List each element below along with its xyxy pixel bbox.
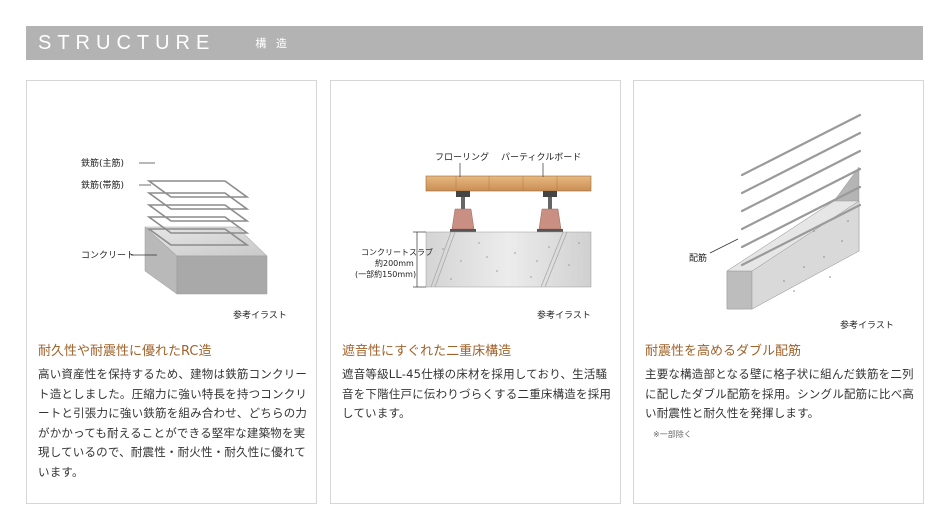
rc-column-illustration: 鉄筋(主筋) 鉄筋(帯筋) コンクリート (81, 127, 268, 295)
illustration-caption: 参考イラスト (840, 321, 894, 331)
label-main-rebar: 鉄筋(主筋) (81, 157, 124, 169)
label-hoop-rebar: 鉄筋(帯筋) (81, 179, 124, 191)
label-slab-partial: (一部約150mm) (355, 269, 416, 279)
card-body: 主要な構造部となる壁に格子状に組んだ鉄筋を二列に配したダブル配筋を採用。シングル… (645, 367, 915, 420)
label-concrete: コンクリート (81, 250, 135, 261)
section-title: STRUCTURE (38, 31, 216, 54)
card-title: 遮音性にすぐれた二重床構造 (342, 344, 512, 359)
label-particle-board: パーティクルボード (501, 152, 581, 163)
illustration-caption: 参考イラスト (233, 311, 287, 321)
illustration-caption: 参考イラスト (537, 311, 591, 321)
label-slab-thickness: 約200mm (375, 258, 414, 268)
label-rebar: 配筋 (689, 252, 707, 264)
card-rc-structure: 鉄筋(主筋) 鉄筋(帯筋) コンクリート 参考イラスト 耐久性や耐震性に優れたR… (26, 80, 317, 504)
label-concrete-slab: コンクリートスラブ (361, 247, 433, 257)
card-title: 耐震性を高めるダブル配筋 (645, 344, 802, 359)
card-double-rebar: 配筋 参考イラスト 耐震性を高めるダブル配筋 主要な構造部となる壁に格子状に組ん… (633, 80, 924, 504)
card-double-floor: フローリング パーティクルボード コンクリートスラブ 約200mm (一部約15… (330, 80, 621, 504)
double-rebar-illustration: 配筋 (689, 101, 862, 310)
section-subtitle: 構 造 (255, 37, 290, 50)
label-flooring: フローリング (435, 151, 489, 163)
card-note: ※一部除く (653, 430, 692, 439)
double-floor-illustration: フローリング パーティクルボード コンクリートスラブ 約200mm (一部約15… (355, 151, 592, 288)
card-body: 遮音等級LL-45仕様の床材を採用しており、生活騒音を下階住戸に伝わりづらくする… (342, 367, 612, 420)
card-body: 高い資産性を保持するため、建物は鉄筋コンクリート造としました。圧縮力に強い特長を… (38, 367, 308, 479)
section-header: STRUCTURE 構 造 (26, 26, 923, 60)
card-title: 耐久性や耐震性に優れたRC造 (38, 344, 212, 359)
